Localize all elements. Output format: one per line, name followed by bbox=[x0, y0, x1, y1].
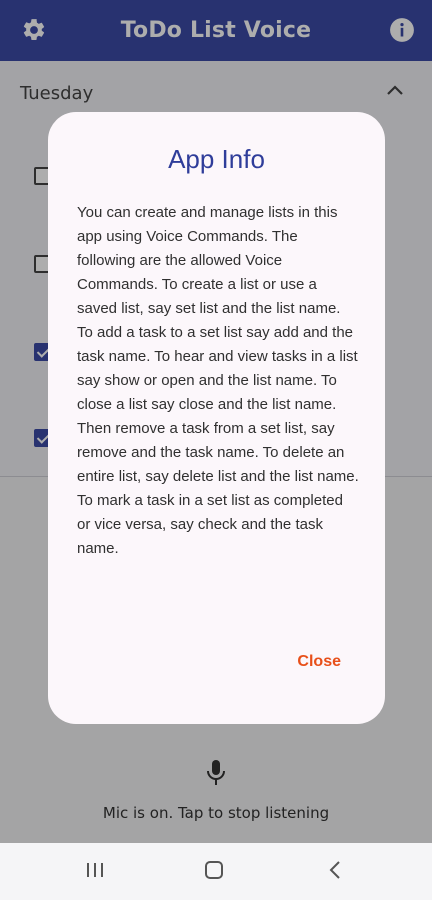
dialog-title: App Info bbox=[168, 144, 265, 174]
recents-icon[interactable] bbox=[84, 859, 106, 881]
screen: ToDo List Voice Tuesday Mic is on. Tap t… bbox=[0, 0, 432, 900]
app-info-dialog: App Info You can create and manage lists… bbox=[48, 112, 385, 724]
system-nav-bar bbox=[0, 843, 432, 900]
home-icon[interactable] bbox=[203, 859, 225, 881]
close-button[interactable]: Close bbox=[297, 653, 341, 671]
dialog-body: You can create and manage lists in this … bbox=[77, 204, 359, 557]
back-icon[interactable] bbox=[325, 859, 347, 881]
